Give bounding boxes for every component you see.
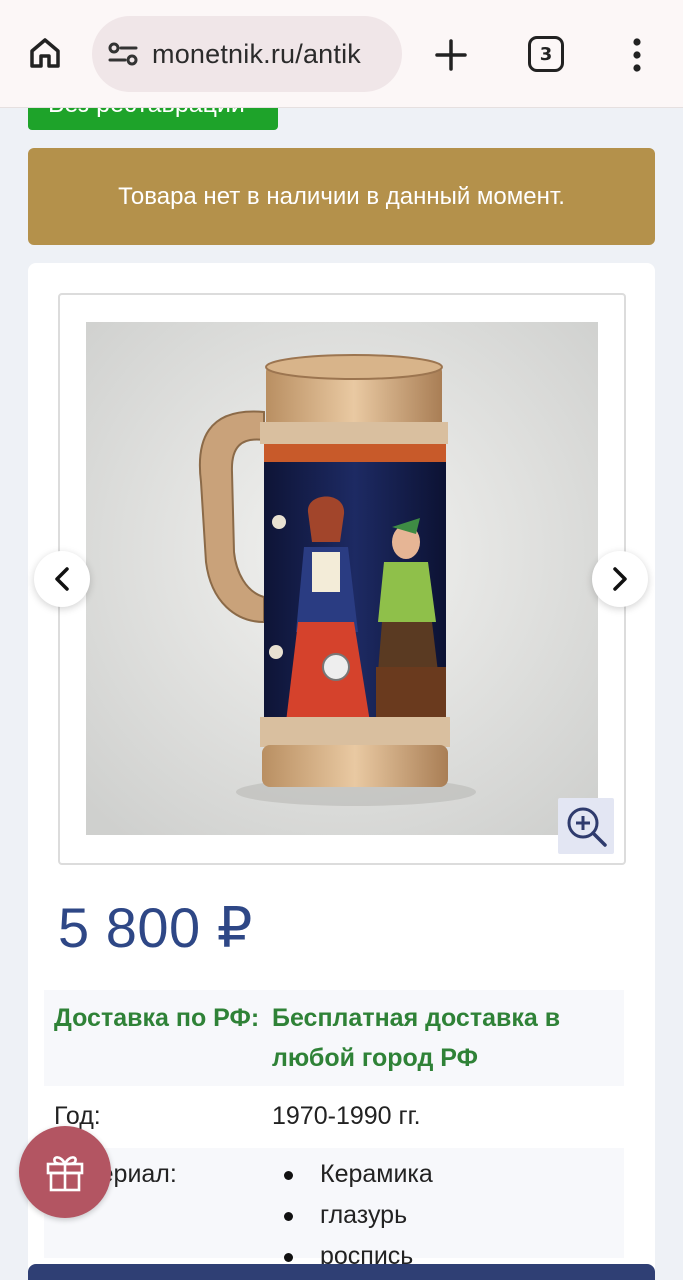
- kebab-menu-icon: [633, 38, 641, 72]
- out-of-stock-text: Товара нет в наличии в данный момент.: [118, 182, 565, 210]
- tab-switcher-button[interactable]: 3: [528, 36, 564, 72]
- tune-icon[interactable]: [106, 37, 140, 71]
- bottom-action-bar[interactable]: [28, 1264, 655, 1280]
- attribute-row-year: Год: 1970-1990 гг.: [44, 1090, 624, 1142]
- material-list: Керамика глазурь роспись: [272, 1148, 624, 1270]
- chevron-right-icon: [613, 567, 627, 591]
- address-bar[interactable]: monetnik.ru/antik: [92, 16, 402, 92]
- zoom-button[interactable]: [558, 798, 614, 854]
- list-item: глазурь: [272, 1195, 624, 1236]
- chevron-left-icon: [55, 567, 69, 591]
- product-image[interactable]: [86, 322, 598, 835]
- gift-button[interactable]: [19, 1126, 111, 1218]
- attribute-row-material: Материал: Керамика глазурь роспись: [44, 1148, 624, 1270]
- attribute-row-delivery: Доставка по РФ: Бесплатная доставка в лю…: [44, 990, 624, 1086]
- new-tab-button[interactable]: [428, 32, 474, 78]
- url-text: monetnik.ru/antik: [152, 38, 361, 69]
- browser-menu-button[interactable]: [620, 32, 654, 78]
- delivery-label: Доставка по РФ:: [54, 1004, 260, 1032]
- home-icon: [30, 38, 60, 68]
- list-item: Керамика: [272, 1154, 624, 1195]
- product-price: 5 800 ₽: [58, 896, 253, 959]
- zoom-in-icon: [567, 807, 607, 847]
- delivery-value: Бесплатная доставка в любой город РФ: [272, 1004, 561, 1072]
- year-value: 1970-1990 гг.: [272, 1102, 421, 1130]
- gallery-next-button[interactable]: [592, 551, 648, 607]
- home-button[interactable]: [22, 30, 68, 76]
- gift-icon: [46, 1156, 84, 1192]
- browser-toolbar: monetnik.ru/antik 3: [0, 0, 683, 108]
- plus-icon: [435, 39, 467, 71]
- gallery-prev-button[interactable]: [34, 551, 90, 607]
- out-of-stock-banner: Товара нет в наличии в данный момент.: [28, 148, 655, 245]
